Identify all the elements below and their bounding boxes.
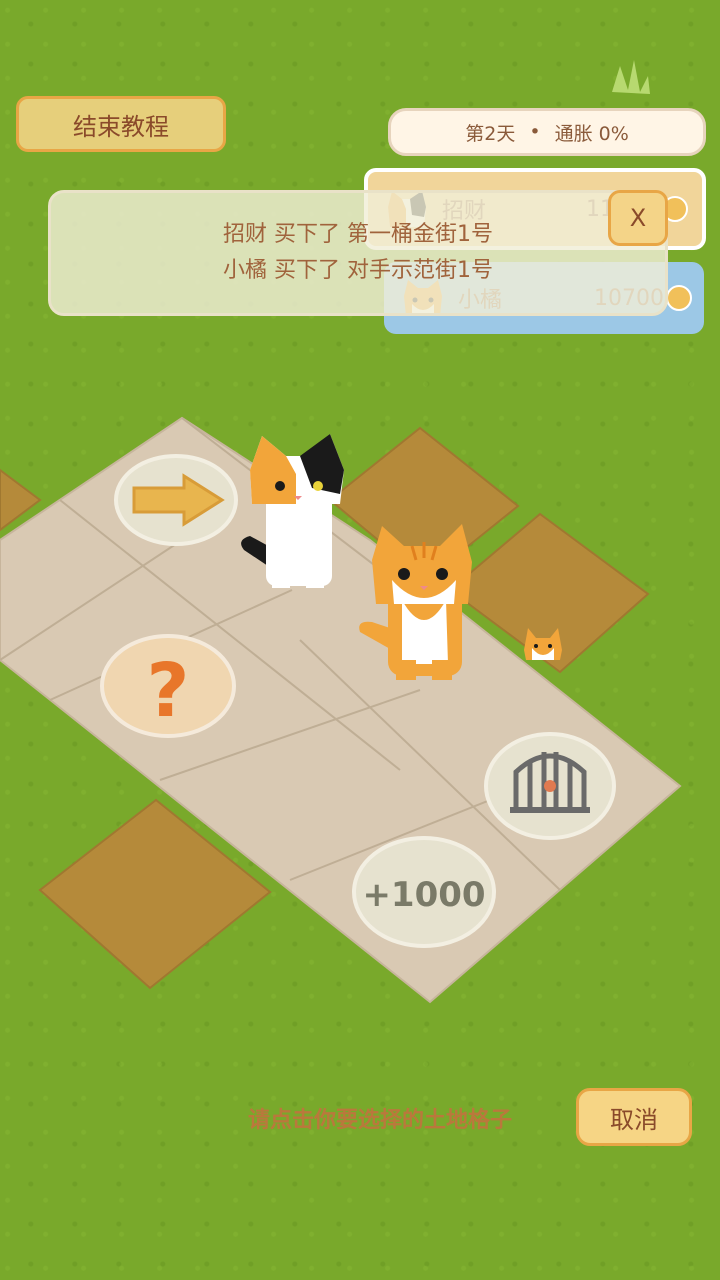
question-tile[interactable]: ?	[100, 634, 236, 738]
bonus-label: +1000	[362, 875, 485, 915]
grass-tuft-icon	[612, 60, 650, 94]
cancel-button[interactable]: 取消	[576, 1088, 692, 1146]
coin-icon	[666, 285, 692, 311]
select-land-hint: 请点击你要选择的土地格子	[248, 1108, 513, 1133]
bonus-tile[interactable]: +1000	[352, 836, 496, 948]
separator: •	[529, 121, 541, 143]
day-label: 第2天	[465, 122, 516, 145]
day-inflation-pill: 第2天 • 通胀 0%	[388, 108, 706, 156]
notification-line: 小橘 买下了 对手示范街1号	[223, 258, 493, 283]
close-notification-button[interactable]: X	[608, 190, 668, 246]
jail-tile[interactable]	[484, 732, 616, 840]
notification-line: 招财 买下了 第一桶金街1号	[223, 222, 493, 247]
question-mark-icon: ?	[147, 648, 190, 734]
purchase-notification: 招财 买下了 第一桶金街1号 小橘 买下了 对手示范街1号	[48, 190, 668, 316]
arrow-tile[interactable]	[114, 454, 238, 546]
end-tutorial-button[interactable]: 结束教程	[16, 96, 226, 152]
inflation-label: 通胀 0%	[554, 122, 629, 145]
